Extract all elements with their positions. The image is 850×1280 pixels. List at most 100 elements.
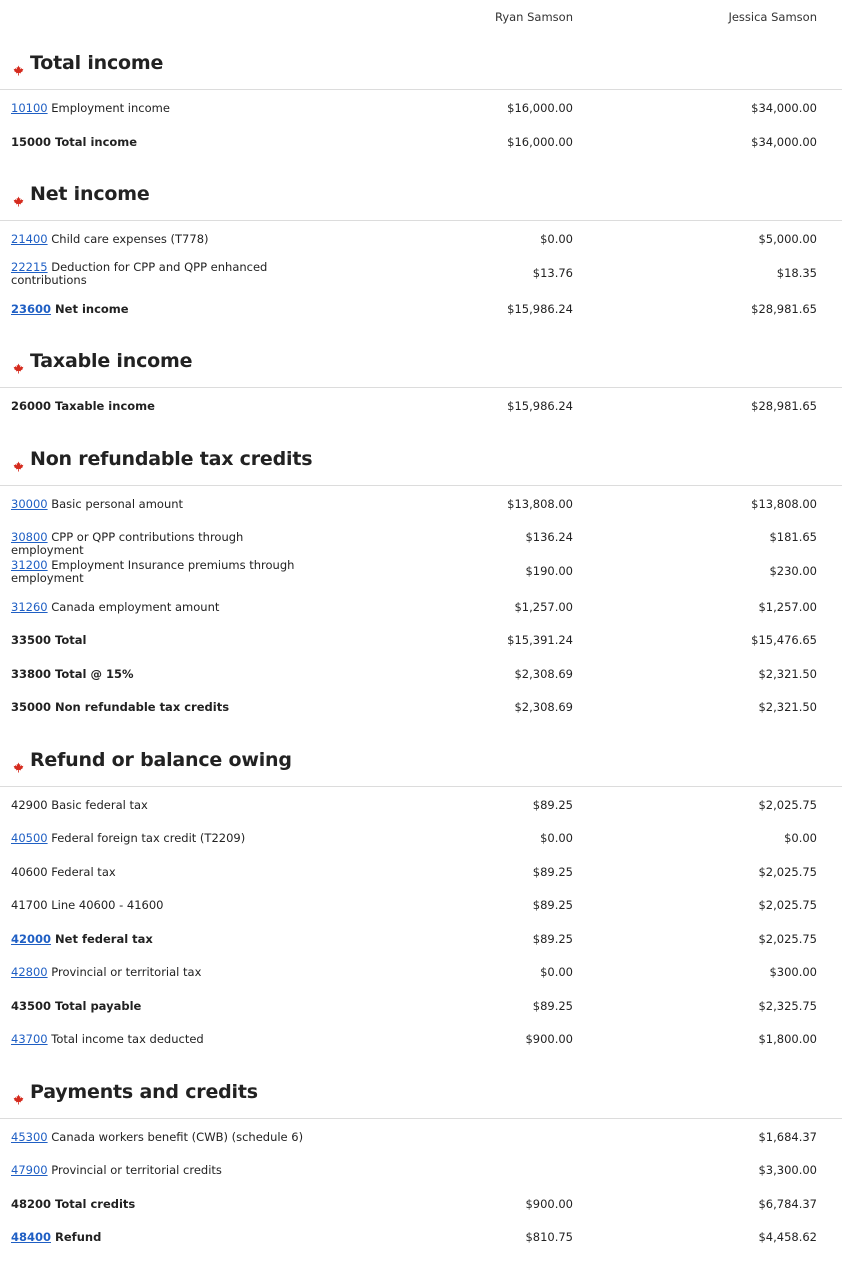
line-code: 33500 [11, 633, 52, 647]
section-header: Refund or balance owing [0, 749, 842, 787]
line-code-link[interactable]: 21400 [11, 232, 48, 246]
line-description: Line 40600 - 41600 [51, 898, 164, 912]
section: Refund or balance owing 42900 Basic feder… [0, 749, 850, 1081]
line-label: 22215 Deduction for CPP and QPP enhanced… [11, 260, 311, 287]
line-code-link[interactable]: 48400 [11, 1230, 51, 1244]
line-code-link[interactable]: 23600 [11, 302, 51, 316]
line-description: Non refundable tax credits [55, 700, 230, 714]
person2-amount: $1,257.00 [758, 599, 817, 614]
line-description: Total income [55, 134, 138, 149]
table-row: 42800 Provincial or territorial tax $0.00… [0, 966, 850, 1000]
line-code-link[interactable]: 30800 [11, 530, 48, 544]
line-label: 10100 Employment income [11, 102, 311, 115]
person2-amount: $2,025.75 [758, 864, 817, 879]
line-description: Total payable [55, 998, 142, 1013]
section-header: Total income [0, 52, 842, 90]
line-label: 43700 Total income tax deducted [11, 1033, 311, 1046]
person1-amount: $190.00 [525, 563, 573, 578]
section: Net income 21400 Child care expenses (T77… [0, 183, 850, 350]
line-label: 30800 CPP or QPP contributions through e… [11, 531, 311, 557]
table-row: 31260 Canada employment amount $1,257.00 $… [0, 599, 850, 635]
line-label: 40600 Federal tax [11, 864, 311, 879]
column-header: Ryan Samson Jessica Samson [0, 10, 850, 24]
section-title: Net income [30, 183, 150, 205]
line-description: Total credits [55, 1196, 136, 1211]
person2-amount: $0.00 [784, 831, 817, 845]
line-label: 30000 Basic personal amount [11, 497, 311, 511]
person2-amount: $18.35 [776, 265, 817, 280]
section-header: Taxable income [0, 350, 842, 388]
section-rows: 21400 Child care expenses (T778) $0.00 $5,… [0, 221, 850, 350]
person2-amount: $34,000.00 [751, 101, 817, 115]
table-row: 43500 Total payable $89.25 $2,325.75 [0, 998, 850, 1034]
person1-amount: $900.00 [525, 1196, 573, 1211]
line-description: Net income [55, 301, 129, 316]
person2-amount: $2,321.50 [758, 666, 817, 681]
person1-amount: $0.00 [540, 232, 573, 246]
person1-amount: $900.00 [525, 1032, 573, 1046]
person1-amount: $13,808.00 [507, 496, 573, 511]
line-code: 42900 [11, 797, 48, 812]
table-row: 23600 Net income $15,986.24 $28,981.65 [0, 301, 850, 337]
line-label: 33500 Total [11, 634, 311, 647]
line-description: Total [55, 633, 87, 647]
person2-amount: $4,458.62 [758, 1230, 817, 1244]
line-description: Net federal tax [55, 931, 153, 946]
line-description: Canada workers benefit (CWB) (schedule 6… [51, 1129, 304, 1144]
person1-amount: $89.25 [532, 898, 573, 912]
line-code-link[interactable]: 47900 [11, 1163, 48, 1177]
line-description: Employment Insurance premiums through em… [11, 557, 295, 585]
table-row: 22215 Deduction for CPP and QPP enhanced… [0, 260, 850, 303]
person2-amount: $2,025.75 [758, 931, 817, 946]
person1-amount: $0.00 [540, 965, 573, 979]
line-code: 43500 [11, 998, 52, 1013]
table-row: 15000 Total income $16,000.00 $34,000.00 [0, 134, 850, 170]
person1-amount: $2,308.69 [514, 666, 573, 681]
line-label: 23600 Net income [11, 301, 311, 316]
section: Taxable income 26000 Taxable income $15,98… [0, 350, 850, 448]
table-row: 41700 Line 40600 - 41600 $89.25 $2,025.75 [0, 899, 850, 933]
line-code-link[interactable]: 40500 [11, 831, 48, 845]
person2-amount: $5,000.00 [758, 232, 817, 246]
person2-amount: $1,684.37 [758, 1129, 817, 1144]
line-code: 33800 [11, 666, 52, 681]
line-label: 42000 Net federal tax [11, 931, 311, 946]
line-label: 31260 Canada employment amount [11, 599, 311, 614]
line-description: Basic federal tax [51, 797, 148, 812]
line-code-link[interactable]: 31200 [11, 558, 48, 572]
person2-amount: $28,981.65 [751, 301, 817, 316]
line-label: 40500 Federal foreign tax credit (T2209) [11, 832, 311, 845]
line-label: 45300 Canada workers benefit (CWB) (sche… [11, 1129, 311, 1144]
line-code-link[interactable]: 42800 [11, 965, 48, 979]
section: Payments and credits 45300 Canada workers… [0, 1081, 850, 1279]
table-row: 26000 Taxable income $15,986.24 $28,981.65 [0, 400, 850, 434]
section: Non refundable tax credits 30000 Basic pe… [0, 448, 850, 749]
line-code-link[interactable]: 42000 [11, 932, 51, 946]
person1-amount: $16,000.00 [507, 101, 573, 115]
table-row: 31200 Employment Insurance premiums thro… [0, 558, 850, 601]
section-header: Net income [0, 183, 842, 221]
table-row: 30000 Basic personal amount $13,808.00 $13… [0, 496, 850, 532]
line-code-link[interactable]: 31260 [11, 600, 48, 614]
line-code-link[interactable]: 30000 [11, 497, 48, 511]
maple-leaf-icon [13, 1090, 24, 1104]
line-code-link[interactable]: 22215 [11, 260, 48, 274]
person2-amount: $15,476.65 [751, 633, 817, 647]
person1-amount: $1,257.00 [514, 599, 573, 614]
section-title: Payments and credits [30, 1080, 258, 1103]
line-description: Canada employment amount [51, 599, 220, 614]
line-label: 15000 Total income [11, 134, 311, 149]
person1-amount: $15,986.24 [507, 301, 573, 316]
person2-amount: $28,981.65 [751, 399, 817, 413]
table-row: 40500 Federal foreign tax credit (T2209)… [0, 832, 850, 866]
section-rows: 42900 Basic federal tax $89.25 $2,025.75 40… [0, 787, 850, 1081]
person2-amount: $230.00 [769, 563, 817, 578]
person2-amount: $2,325.75 [758, 998, 817, 1013]
line-code-link[interactable]: 45300 [11, 1130, 48, 1144]
maple-leaf-icon [13, 192, 24, 207]
line-description: Total @ 15% [55, 666, 134, 681]
line-code-link[interactable]: 43700 [11, 1032, 48, 1046]
table-row: 35000 Non refundable tax credits $2,308.6… [0, 701, 850, 735]
line-code-link[interactable]: 10100 [11, 101, 48, 115]
line-code: 40600 [11, 864, 48, 879]
